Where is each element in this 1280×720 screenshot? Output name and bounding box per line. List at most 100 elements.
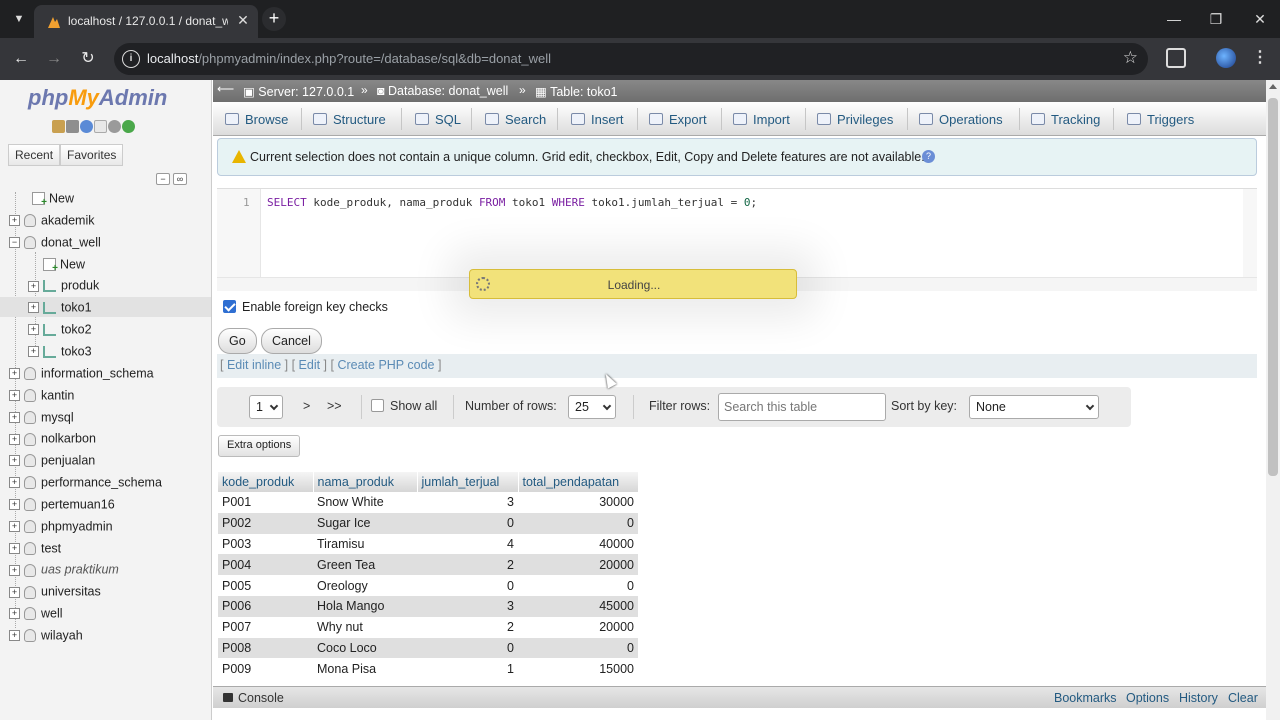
editor-vertical-scrollbar[interactable] (1243, 189, 1257, 277)
expand-icon[interactable]: + (28, 302, 39, 314)
tab-operations[interactable]: Operations (919, 102, 1003, 136)
tab-search-icon[interactable]: ▼ (10, 10, 28, 28)
tree-item[interactable]: − donat_well (0, 232, 211, 252)
tree-item[interactable]: + wilayah (0, 625, 211, 645)
sort-select[interactable]: None (969, 395, 1099, 419)
home-icon[interactable] (52, 120, 65, 133)
column-header[interactable]: kode_produk (218, 472, 314, 492)
link-icon[interactable]: ∞ (173, 173, 187, 185)
tree-item[interactable]: + phpmyadmin (0, 516, 211, 536)
tree-item[interactable]: New (0, 254, 211, 274)
tree-item[interactable]: + test (0, 538, 211, 558)
extensions-icon[interactable] (1166, 48, 1186, 68)
recent-button[interactable]: Recent (8, 144, 61, 166)
sql-query[interactable]: SELECT kode_produk, nama_produk FROM tok… (267, 196, 757, 209)
extra-options-button[interactable]: Extra options (218, 435, 301, 457)
expand-icon[interactable]: + (28, 346, 39, 358)
minimize-icon[interactable]: — (1164, 9, 1184, 29)
expand-icon[interactable]: + (9, 455, 20, 467)
tree-item[interactable]: + pertemuan16 (0, 494, 211, 514)
tree-item[interactable]: + nolkarbon (0, 428, 211, 448)
column-header[interactable]: jumlah_terjual (417, 472, 519, 492)
tree-item[interactable]: + mysql (0, 407, 211, 427)
foreign-key-checks[interactable]: Enable foreign key checks (223, 300, 388, 314)
tab-browse[interactable]: Browse (225, 102, 288, 136)
tab-triggers[interactable]: Triggers (1127, 102, 1194, 136)
foreign-key-checkbox[interactable] (223, 300, 236, 313)
expand-icon[interactable]: + (9, 499, 20, 511)
tab-import[interactable]: Import (733, 102, 790, 136)
expand-icon[interactable]: + (9, 215, 20, 227)
tree-item[interactable]: + toko3 (0, 341, 211, 361)
expand-icon[interactable]: + (9, 520, 20, 532)
column-header[interactable]: total_pendapatan (518, 472, 639, 492)
expand-icon[interactable]: + (28, 280, 39, 292)
tab-sql[interactable]: SQL (415, 102, 461, 136)
expand-icon[interactable]: + (9, 368, 20, 379)
back-icon[interactable]: ← (10, 48, 32, 70)
docs-icon[interactable] (94, 120, 107, 133)
edit-inline-link[interactable]: Edit inline (227, 358, 281, 372)
expand-icon[interactable]: + (9, 542, 20, 554)
expand-icon[interactable]: − (9, 236, 20, 248)
console-button[interactable]: Console (238, 691, 284, 705)
breadcrumb-server[interactable]: ▣ Server: 127.0.0.1 (243, 84, 354, 99)
close-icon[interactable]: ✕ (234, 11, 252, 29)
expand-icon[interactable]: + (9, 630, 20, 642)
tab-export[interactable]: Export (649, 102, 707, 136)
filter-input[interactable]: Search this table (718, 393, 886, 421)
browser-menu-icon[interactable]: ⋮ (1252, 47, 1268, 67)
breadcrumb-table[interactable]: ▦ Table: toko1 (535, 84, 617, 99)
help-icon[interactable] (80, 120, 93, 133)
last-button[interactable]: >> (327, 399, 342, 413)
go-button[interactable]: Go (218, 328, 257, 354)
expand-icon[interactable]: + (9, 411, 20, 423)
tree-item[interactable]: + universitas (0, 581, 211, 601)
history-link[interactable]: History (1179, 691, 1218, 705)
collapse-all-icon[interactable]: − (156, 173, 170, 185)
profile-avatar[interactable] (1216, 48, 1236, 68)
edit-link[interactable]: Edit (299, 358, 321, 372)
scroll-thumb[interactable] (1268, 98, 1278, 476)
address-bar[interactable]: i localhost/phpmyadmin/index.php?route=/… (114, 43, 1148, 75)
browser-tab[interactable]: localhost / 127.0.0.1 / donat_we ✕ (34, 5, 258, 38)
tab-structure[interactable]: Structure (313, 102, 386, 136)
tree-item[interactable]: + information_schema (0, 363, 211, 383)
new-tab-button[interactable]: + (262, 7, 286, 31)
page-select[interactable]: 1 (249, 395, 283, 419)
rows-select[interactable]: 25 (568, 395, 616, 419)
show-all-checkbox[interactable] (371, 399, 384, 412)
expand-icon[interactable]: + (9, 586, 20, 598)
bookmark-star-icon[interactable]: ☆ (1123, 48, 1138, 68)
tree-item[interactable]: + well (0, 603, 211, 623)
page-scrollbar[interactable] (1266, 80, 1280, 720)
tree-item[interactable]: + akademik (0, 210, 211, 230)
column-header[interactable]: nama_produk (313, 472, 418, 492)
window-close-icon[interactable]: ✕ (1250, 9, 1270, 29)
create-php-link[interactable]: Create PHP code (337, 358, 434, 372)
show-all-option[interactable]: Show all (371, 399, 437, 413)
scroll-up-icon[interactable] (1269, 84, 1277, 89)
help-icon[interactable]: ? (922, 150, 935, 163)
tab-tracking[interactable]: Tracking (1031, 102, 1100, 136)
expand-icon[interactable]: + (9, 608, 20, 620)
tree-item[interactable]: + produk (0, 275, 211, 295)
settings-icon[interactable] (108, 120, 121, 133)
reload-nav-icon[interactable] (122, 120, 135, 133)
logout-icon[interactable] (66, 120, 79, 133)
clear-link[interactable]: Clear (1228, 691, 1258, 705)
expand-icon[interactable]: + (28, 324, 39, 336)
forward-icon[interactable]: → (43, 48, 65, 70)
tree-item[interactable]: + kantin (0, 385, 211, 405)
favorites-button[interactable]: Favorites (60, 144, 124, 166)
bookmarks-link[interactable]: Bookmarks (1054, 691, 1117, 705)
tab-privileges[interactable]: Privileges (817, 102, 893, 136)
tree-item[interactable]: + performance_schema (0, 472, 211, 492)
tree-item[interactable]: + uas praktikum (0, 559, 211, 579)
pma-logo[interactable]: phpMyAdmin (28, 85, 167, 111)
reload-icon[interactable]: ↻ (77, 48, 99, 70)
tree-item[interactable]: + toko1 (0, 297, 211, 318)
restore-icon[interactable]: ❐ (1206, 9, 1226, 29)
tab-search[interactable]: Search (485, 102, 546, 136)
tree-item[interactable]: + toko2 (0, 319, 211, 339)
